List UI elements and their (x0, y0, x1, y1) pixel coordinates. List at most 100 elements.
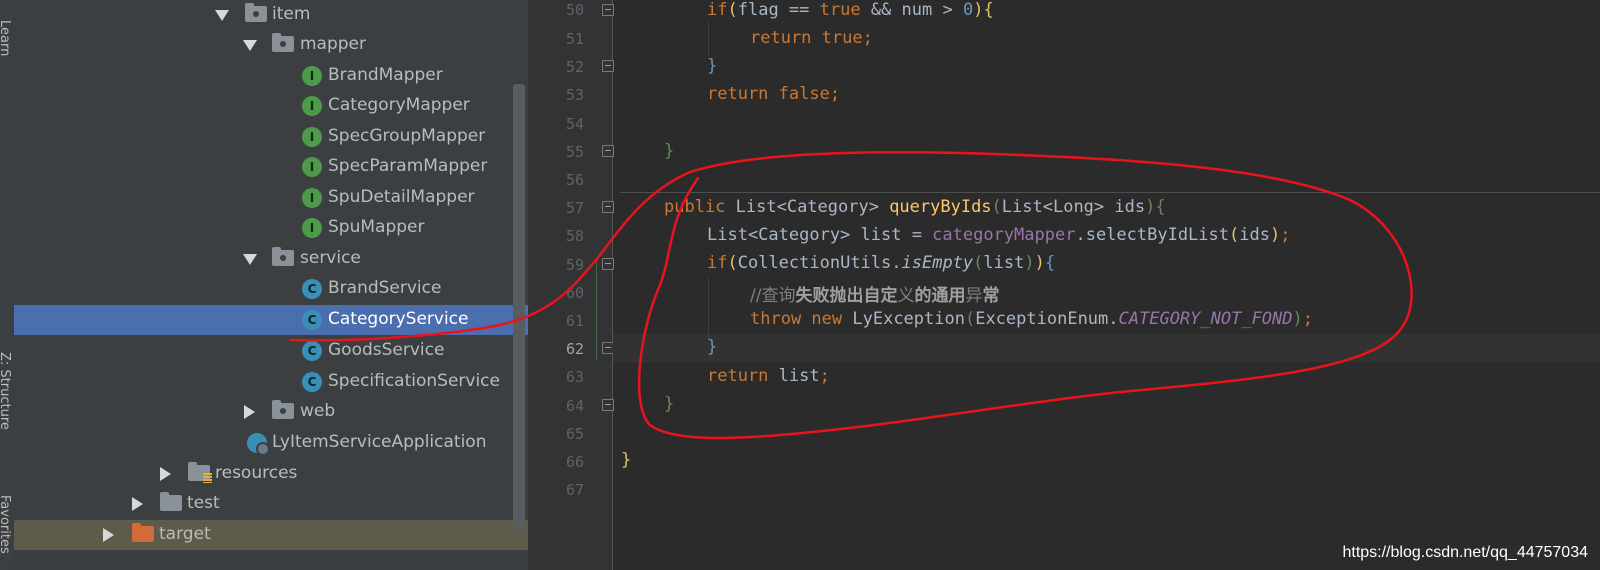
tree-node-brandmapper[interactable]: I BrandMapper (14, 61, 528, 91)
tree-node-specificationservice[interactable]: C SpecificationService (14, 367, 528, 397)
code-line-60: //查询失败抛出自定义的通用异常 (750, 281, 999, 306)
line-number: 66 (565, 453, 584, 471)
code-token: 常 (982, 286, 1000, 306)
code-line-53: return false; (707, 84, 840, 104)
tree-node-service[interactable]: service (14, 244, 528, 274)
class-icon: C (302, 341, 322, 361)
folder-icon (160, 492, 182, 511)
tree-node-goodsservice[interactable]: C GoodsService (14, 336, 528, 366)
tree-node-categorymapper[interactable]: I CategoryMapper (14, 91, 528, 121)
code-token: ( (727, 253, 738, 273)
code-editor[interactable]: 50 51 52 53 54 55 56 57 58 59 60 61 62 6… (528, 0, 1600, 570)
tree-node-label: web (300, 401, 336, 421)
code-token: true (819, 0, 871, 20)
code-token: ( (1229, 225, 1240, 245)
code-token: } (621, 450, 632, 470)
collapse-arrow-icon[interactable] (132, 497, 143, 511)
project-tree-panel: item mapper I BrandMapper I CategoryMapp… (14, 0, 528, 570)
tree-node-specgroupmapper[interactable]: I SpecGroupMapper (14, 122, 528, 152)
tree-node-brandservice[interactable]: C BrandService (14, 274, 528, 304)
line-number: 53 (565, 86, 584, 104)
collapse-arrow-icon[interactable] (160, 467, 171, 481)
line-number: 50 (565, 1, 584, 19)
code-token: true (821, 28, 863, 48)
code-token: { (1044, 253, 1056, 273)
line-number-current: 62 (565, 340, 584, 358)
code-token: throw (750, 309, 812, 329)
line-number: 64 (565, 397, 584, 415)
line-number: 57 (565, 199, 584, 217)
tree-scrollbar[interactable] (513, 84, 525, 530)
code-token: ; (1302, 309, 1314, 329)
code-token: 的通用 (914, 286, 966, 306)
code-line-52: } (707, 56, 717, 76)
line-number: 65 (565, 425, 584, 443)
code-token: flag (737, 0, 789, 20)
tree-node-spudetailmapper[interactable]: I SpuDetailMapper (14, 183, 528, 213)
collapse-arrow-icon[interactable] (244, 405, 255, 419)
fold-marker-icon[interactable] (602, 4, 614, 16)
tree-node-lyitemserviceapplication[interactable]: LyItemServiceApplication (14, 428, 528, 458)
code-token: 0 (962, 0, 974, 20)
code-line-62: } (707, 337, 717, 357)
current-line-highlight (613, 334, 1600, 362)
code-token: List<Long> ids (1001, 197, 1146, 217)
fold-marker-icon[interactable] (602, 399, 614, 411)
code-token: ( (964, 309, 976, 329)
favorites-tool-tab[interactable]: Favorites (0, 495, 12, 554)
tree-node-label: SpuMapper (328, 217, 425, 237)
line-number: 58 (565, 227, 584, 245)
tree-node-label: SpecificationService (328, 371, 500, 391)
code-line-66: } (621, 450, 631, 470)
package-folder-icon (272, 400, 294, 419)
editor-gutter: 50 51 52 53 54 55 56 57 58 59 60 61 62 6… (528, 0, 614, 570)
class-icon: C (302, 372, 322, 392)
tree-node-resources[interactable]: resources (14, 459, 528, 489)
code-token: list (778, 366, 820, 386)
tree-node-spumapper[interactable]: I SpuMapper (14, 213, 528, 243)
code-token: LyException (852, 309, 965, 329)
code-token: 义 (897, 286, 915, 306)
tree-node-web[interactable]: web (14, 397, 528, 427)
tree-node-label: CategoryMapper (328, 95, 470, 115)
tree-node-item[interactable]: item (14, 0, 528, 30)
tree-node-label: mapper (300, 34, 367, 54)
fold-marker-icon[interactable] (602, 258, 614, 270)
tree-node-categoryservice[interactable]: C CategoryService (14, 305, 528, 335)
expand-arrow-icon[interactable] (243, 254, 257, 265)
code-token: isEmpty (901, 253, 974, 273)
tree-node-label: test (187, 493, 220, 513)
code-token: ; (862, 28, 873, 48)
interface-icon: I (302, 157, 322, 177)
fold-marker-icon[interactable] (602, 60, 614, 72)
code-line-64: } (664, 394, 674, 414)
code-line-61: throw new LyException(ExceptionEnum.CATE… (750, 309, 1313, 329)
structure-tool-tab[interactable]: Z: Structure (0, 352, 12, 430)
learn-tool-tab[interactable]: Learn (0, 20, 12, 56)
tree-node-mapper[interactable]: mapper (14, 30, 528, 60)
expand-arrow-icon[interactable] (215, 10, 229, 21)
tree-node-label: LyItemServiceApplication (272, 432, 487, 452)
tree-node-label: SpecParamMapper (328, 156, 488, 176)
tree-node-test[interactable]: test (14, 489, 528, 519)
class-icon: C (302, 310, 322, 330)
fold-marker-icon[interactable] (602, 201, 614, 213)
code-line-55: } (664, 141, 674, 161)
code-token: ) (1292, 309, 1303, 329)
collapse-arrow-icon[interactable] (103, 528, 114, 542)
expand-arrow-icon[interactable] (243, 40, 257, 51)
code-token: CollectionUtils. (737, 253, 902, 273)
code-token: ) (1269, 225, 1281, 245)
code-token: return (707, 84, 779, 104)
code-line-59: if(CollectionUtils.isEmpty(list)){ (707, 253, 1055, 273)
code-token: //查询 (750, 286, 796, 306)
fold-marker-icon[interactable] (602, 145, 614, 157)
indent-guide (708, 22, 709, 56)
tree-node-target[interactable]: target (14, 520, 528, 550)
code-token: ( (991, 197, 1002, 217)
tree-node-specparammapper[interactable]: I SpecParamMapper (14, 152, 528, 182)
tree-node-label: resources (215, 463, 298, 483)
indent-guide (708, 278, 709, 340)
resources-folder-icon (188, 462, 212, 483)
code-token: false (778, 84, 830, 104)
